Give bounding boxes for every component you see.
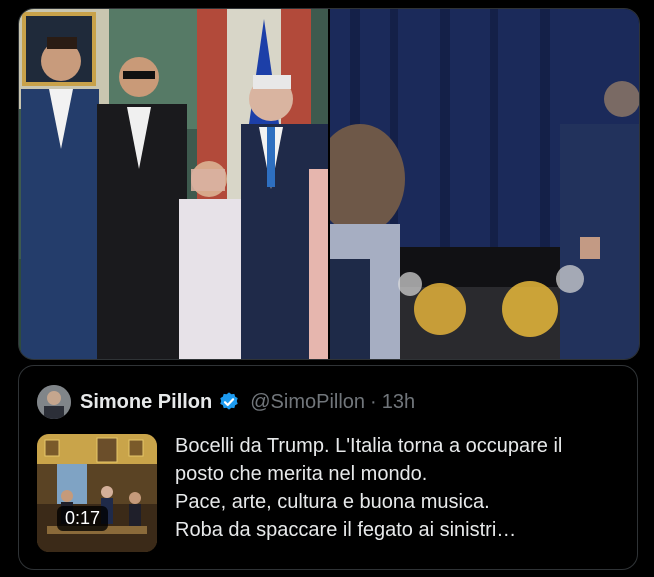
author-name[interactable]: Simone Pillon — [80, 391, 212, 414]
tweet-text-line: Pace, arte, cultura e buona musica. — [175, 491, 490, 513]
tweet-text-line: Roba da spaccare il fegato ai sinistri… — [175, 519, 517, 541]
video-thumbnail[interactable]: 0:17 — [37, 434, 157, 552]
quoted-tweet-text: Bocelli da Trump. L'Italia torna a occup… — [175, 432, 625, 544]
verified-badge-icon — [220, 392, 238, 410]
dinner-event-photo[interactable] — [330, 9, 639, 359]
quoted-tweet-card[interactable]: Simone Pillon @SimoPillon · 13h 0:17 Boc… — [18, 365, 638, 570]
group-portrait-image — [19, 9, 328, 359]
video-duration-badge: 0:17 — [57, 506, 109, 531]
tweet-text-line: posto che merita nel mondo. — [175, 463, 428, 485]
tweet-text-line: Bocelli da Trump. L'Italia torna a occup… — [175, 435, 563, 457]
timestamp[interactable]: 13h — [382, 391, 415, 414]
dinner-event-image — [330, 9, 639, 359]
tweet-media-grid — [18, 8, 640, 360]
avatar[interactable] — [37, 385, 71, 419]
dot-separator: · — [370, 390, 377, 413]
video-thumbnail-image — [37, 434, 157, 552]
quoted-tweet-header: Simone Pillon @SimoPillon · 13h — [37, 384, 415, 420]
group-portrait-photo[interactable] — [19, 9, 328, 359]
author-handle[interactable]: @SimoPillon — [250, 391, 365, 414]
